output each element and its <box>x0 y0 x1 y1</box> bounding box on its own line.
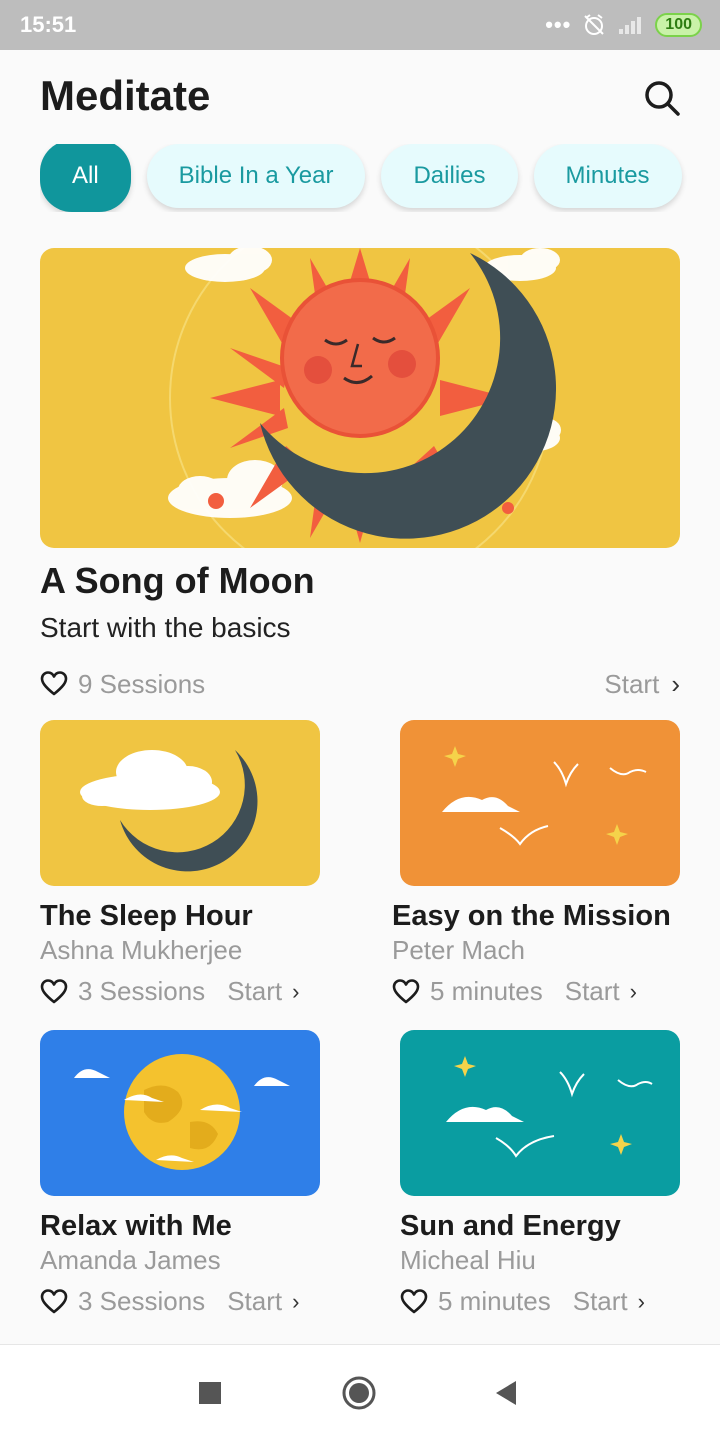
recent-apps-icon[interactable] <box>198 1381 222 1405</box>
chip-label: Bible In a Year <box>178 162 334 189</box>
home-icon[interactable] <box>341 1375 377 1411</box>
chip-all[interactable]: All <box>40 144 131 212</box>
sun-moon-illustration <box>168 248 561 548</box>
start-label: Start <box>572 1286 628 1316</box>
card-image <box>400 1030 680 1196</box>
chevron-right-icon: › <box>292 978 300 1004</box>
start-label: Start <box>227 976 283 1006</box>
session-card[interactable]: Sun and Energy Micheal Hiu 5 minutes Sta… <box>400 1030 700 1317</box>
start-label: Start <box>564 976 620 1006</box>
featured-image[interactable] <box>40 248 680 548</box>
chip-label: All <box>72 162 99 189</box>
session-card[interactable]: The Sleep Hour Ashna Mukherjee 3 Session… <box>40 720 340 1007</box>
page-title: Meditate <box>40 72 211 119</box>
card-author: Amanda James <box>40 1245 221 1275</box>
app-header: Meditate <box>40 70 682 124</box>
card-meta: 3 Sessions <box>78 1286 206 1316</box>
session-card[interactable]: Easy on the Mission Peter Mach 5 minutes… <box>392 720 692 1007</box>
featured-start-button[interactable]: Start › <box>604 669 680 700</box>
featured-title: A Song of Moon <box>40 560 315 601</box>
card-meta-row: 3 Sessions Start › <box>40 976 340 1007</box>
heart-icon[interactable] <box>40 1288 68 1316</box>
card-meta-row: 3 Sessions Start › <box>40 1286 340 1317</box>
card-title: The Sleep Hour <box>40 900 253 932</box>
chip-dailies[interactable]: Dailies <box>381 144 518 208</box>
card-start-button[interactable]: Start › <box>565 976 637 1007</box>
card-meta-row: 5 minutes Start › <box>392 976 692 1007</box>
start-label: Start <box>227 1286 283 1316</box>
heart-icon[interactable] <box>40 978 68 1006</box>
sky-illustration <box>442 746 647 846</box>
more-dots-icon: ••• <box>545 12 572 37</box>
card-start-button[interactable]: Start › <box>227 1286 299 1317</box>
globe-illustration <box>74 1054 290 1170</box>
card-author: Micheal Hiu <box>400 1245 536 1275</box>
heart-icon[interactable] <box>400 1288 428 1316</box>
chevron-right-icon: › <box>292 1288 300 1314</box>
card-start-button[interactable]: Start › <box>227 976 299 1007</box>
card-title: Sun and Energy <box>400 1210 621 1242</box>
card-meta: 3 Sessions <box>78 976 206 1006</box>
card-title: Relax with Me <box>40 1210 232 1242</box>
card-meta: 5 minutes <box>438 1286 551 1316</box>
sessions-count: 9 Sessions <box>78 668 206 699</box>
card-author: Ashna Mukherjee <box>40 935 243 965</box>
chevron-right-icon: › <box>671 668 680 699</box>
start-label: Start <box>604 668 660 699</box>
chevron-right-icon: › <box>629 978 637 1004</box>
alarm-off-icon <box>584 14 605 35</box>
status-icons: ••• 100 <box>545 12 702 38</box>
card-meta-row: 5 minutes Start › <box>400 1286 700 1317</box>
card-author: Peter Mach <box>392 935 525 965</box>
card-image <box>40 1030 320 1196</box>
system-nav-bar <box>0 1344 720 1440</box>
card-image <box>400 720 680 886</box>
back-icon[interactable] <box>492 1379 520 1407</box>
heart-icon[interactable] <box>392 978 420 1006</box>
card-meta: 5 minutes <box>430 976 543 1006</box>
card-start-button[interactable]: Start › <box>573 1286 645 1317</box>
chip-label: Minutes <box>565 162 650 189</box>
featured-subtitle: Start with the basics <box>40 612 291 643</box>
chip-bible-in-a-year[interactable]: Bible In a Year <box>146 144 366 208</box>
chip-label: Dailies <box>413 162 486 189</box>
featured-meta-row: 9 Sessions Start › <box>40 666 680 702</box>
card-image <box>40 720 320 886</box>
card-title: Easy on the Mission <box>392 900 671 932</box>
chip-minutes[interactable]: Minutes <box>533 144 682 208</box>
search-icon[interactable] <box>642 78 682 118</box>
chevron-right-icon: › <box>637 1288 645 1314</box>
signal-icon <box>619 17 642 34</box>
session-card[interactable]: Relax with Me Amanda James 3 Sessions St… <box>40 1030 340 1317</box>
status-bar: 15:51 ••• 100 <box>0 0 720 50</box>
status-time: 15:51 <box>20 12 77 37</box>
sky-illustration <box>446 1056 653 1158</box>
heart-icon[interactable] <box>40 670 68 698</box>
filter-chips: All Bible In a Year Dailies Minutes <box>40 144 720 212</box>
moon-cloud-illustration <box>80 750 258 872</box>
battery-indicator: 100 <box>655 13 702 37</box>
